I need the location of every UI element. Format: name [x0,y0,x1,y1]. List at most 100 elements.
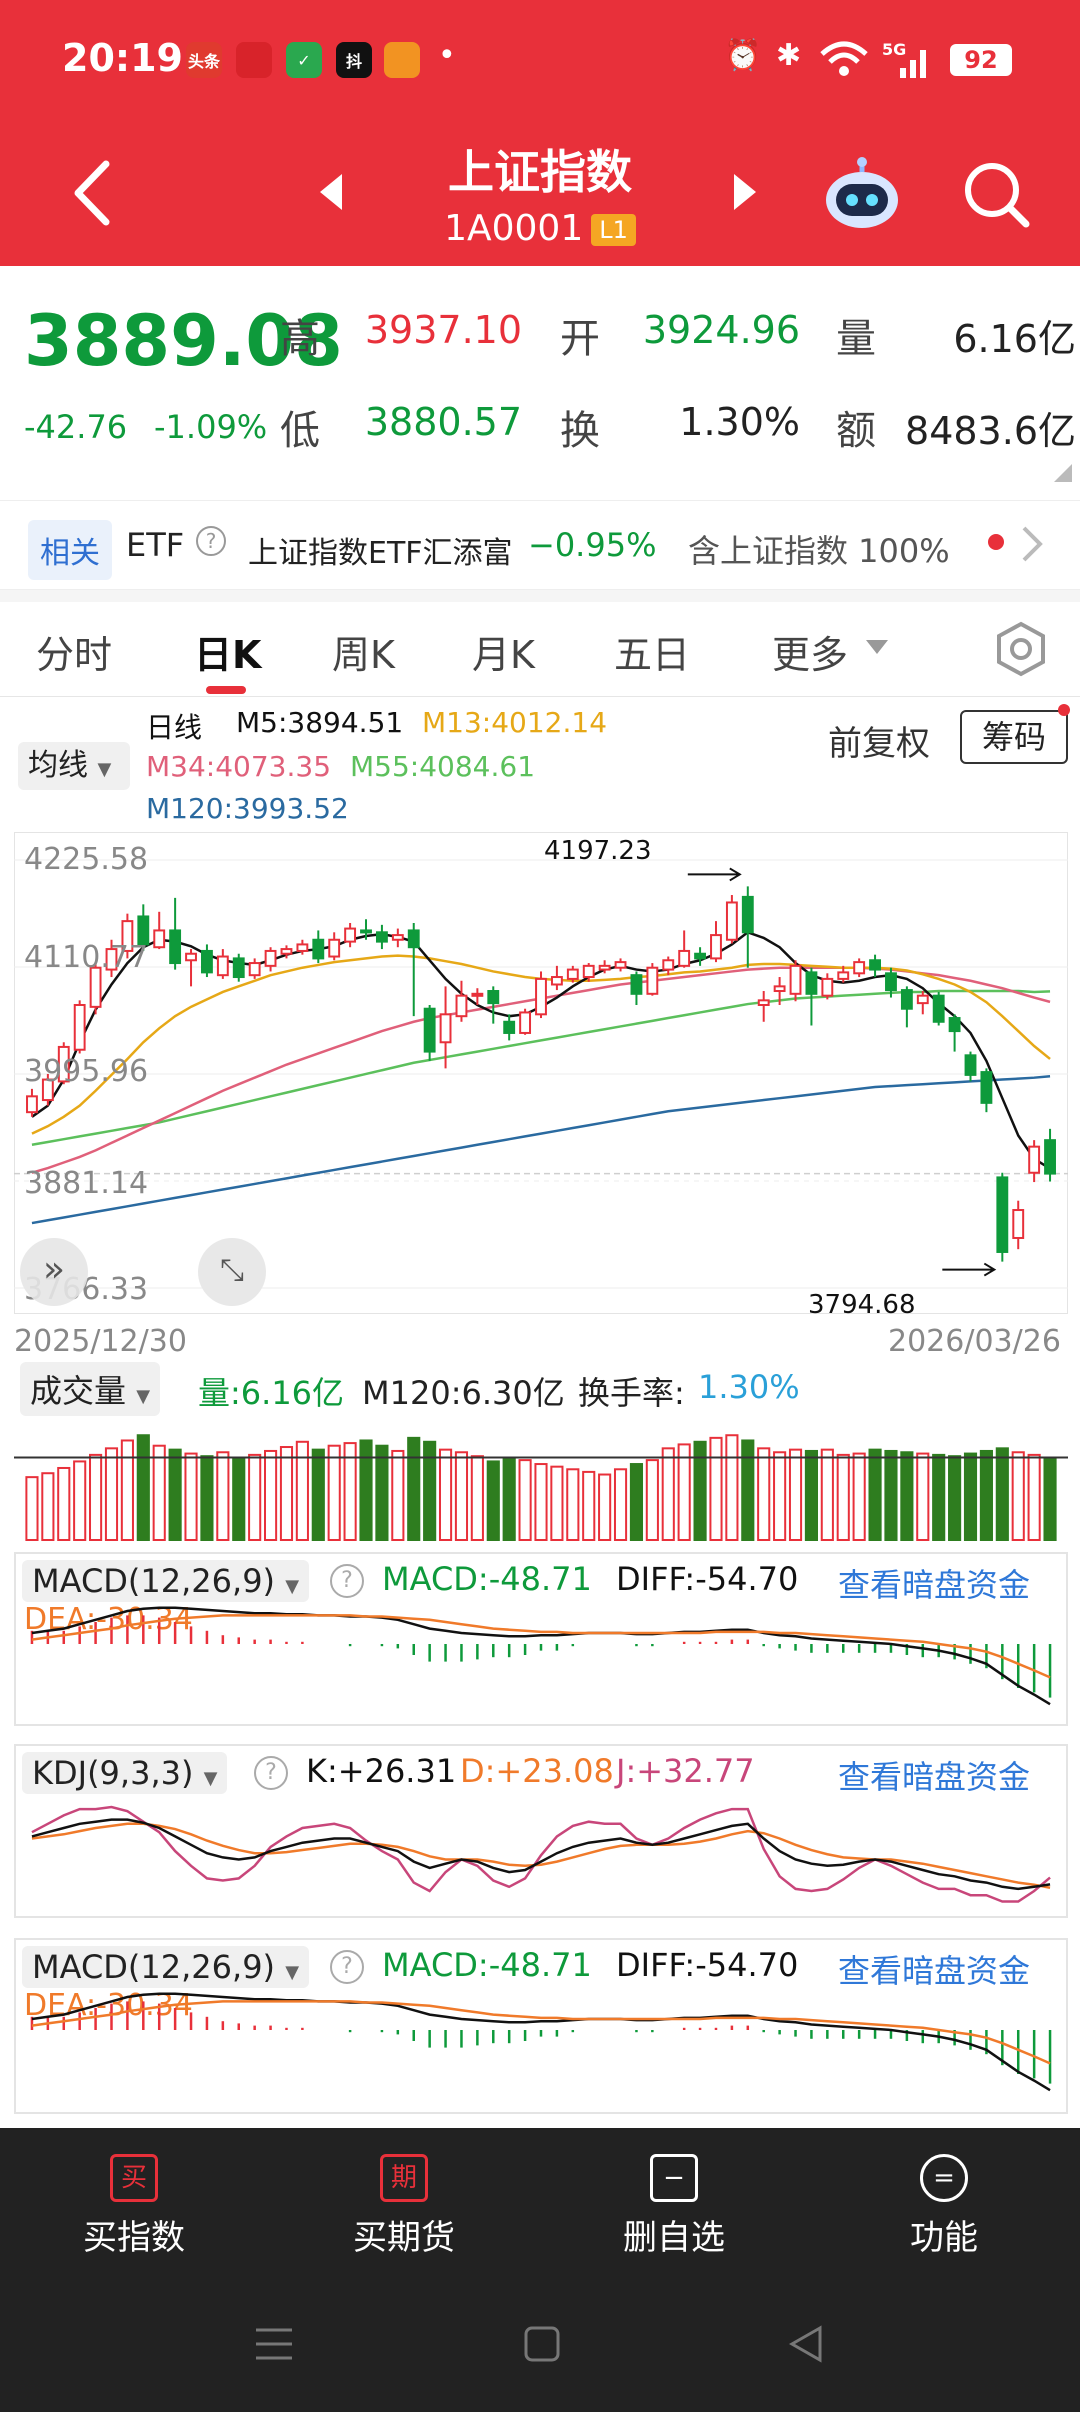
ma-selector[interactable]: 均线 ▼ [18,742,130,790]
volume-bar [550,1465,564,1542]
expand-corner-icon[interactable] [1054,464,1072,482]
tab-monthly-k[interactable]: 月K [472,624,535,679]
battery-level: 92 [950,44,1012,76]
menu-icon[interactable] [252,2324,296,2364]
tab-weekly-k[interactable]: 周K [332,624,395,679]
low-marker-label: 3794.68 [808,1290,916,1320]
adjust-mode[interactable]: 前复权 [828,716,930,765]
candle-body [980,1071,993,1104]
volume-bar [25,1476,39,1541]
tab-intraday[interactable]: 分时 [36,624,112,679]
candle-body [725,901,738,941]
volume-bar [741,1439,755,1542]
nav-remove-watchlist[interactable]: − 删自选 [574,2154,774,2259]
search-icon[interactable] [962,160,1032,230]
candle-body [201,949,213,974]
volume-bar [232,1456,246,1541]
volume-bar [136,1434,150,1541]
more-dropdown-icon[interactable] [866,640,888,656]
scroll-left-icon[interactable]: » [20,1238,88,1306]
volume-bar [788,1448,803,1541]
volume-bar [438,1448,453,1541]
related-tag: 相关 [28,520,112,580]
ma55-value: M55:4084.61 [350,750,536,783]
volume-bar [979,1449,993,1542]
nav-buy-futures[interactable]: 期 买期货 [304,2154,504,2259]
tab-more[interactable]: 更多 [772,624,848,679]
alarm-icon: ⏰ [724,38,762,73]
kline-chart[interactable] [14,832,1068,1314]
home-icon[interactable] [522,2324,562,2364]
kdj-chart[interactable] [14,1744,1068,1918]
candle-body [439,1013,452,1044]
nav-functions[interactable]: = 功能 [844,2154,1044,2259]
ma5-value: M5:3894.51 [236,706,404,739]
candle-body [1028,1145,1041,1174]
next-stock-icon[interactable] [730,172,760,212]
volume-bar [820,1448,834,1541]
volume-selector[interactable]: 成交量 ▼ [20,1362,161,1416]
volume-bar [184,1452,198,1542]
candle-body [280,948,293,955]
amount-value: 8483.6亿 [905,409,1076,453]
volume-value: 6.16亿 [953,317,1076,361]
nav-buy-index-label: 买指数 [83,2218,185,2258]
candle-body [932,994,945,1023]
tab-five-day[interactable]: 五日 [614,624,690,679]
back-nav-icon[interactable] [786,2324,826,2364]
volume-chart[interactable] [14,1416,1068,1542]
chips-button[interactable]: 筹码 [960,710,1068,764]
volume-bar [709,1436,723,1542]
volume-bar [1011,1451,1025,1542]
ma-selector-label: 均线 [28,748,88,783]
signal-icon [900,50,926,78]
volume-bar [168,1448,182,1541]
period-label: 日线 [146,711,203,744]
more-notifications-dot: • [438,38,456,73]
volume-bar [359,1439,373,1542]
macd-chart[interactable] [14,1552,1068,1726]
nav-buy-index[interactable]: 买 买指数 [34,2154,234,2259]
candle-body [550,976,563,986]
candle-body [328,938,341,958]
volume-bar [932,1453,946,1541]
robot-assistant-icon[interactable] [822,156,902,232]
candle-body [869,959,881,971]
volume-bar [73,1460,87,1541]
candle-body [312,938,325,960]
turnover-label: 换 [560,408,600,454]
amount-label: 额 [836,408,876,454]
candle-body [26,1095,38,1114]
candle-body [1012,1209,1025,1239]
price-change: -42.76 [24,408,128,446]
candle-body [423,1007,436,1053]
volume-bar [89,1453,103,1541]
remove-icon: − [650,2154,698,2202]
settings-icon[interactable] [992,620,1050,678]
fullscreen-icon[interactable]: ⤡ [198,1238,266,1306]
volume-bar [518,1459,532,1541]
candle-body [471,992,484,997]
candle-body [646,966,659,995]
macd-chart-2[interactable] [14,1938,1068,2114]
candle-body [996,1176,1009,1253]
volume-bar [868,1448,882,1541]
macd2-diff-line [31,1992,1051,2092]
tab-daily-k[interactable]: 日K [194,624,261,679]
etf-type-label: ETF [126,526,185,564]
etf-name[interactable]: 上证指数ETF汇添富 [248,528,513,572]
tab-divider [0,696,1080,697]
volume-bar [1027,1453,1041,1541]
volume-bar [613,1468,628,1541]
candle-body [853,961,866,975]
tiktok-app-icon: 抖 [336,42,372,78]
candle-body [582,964,595,979]
candle-body [694,952,707,960]
candle-body [391,934,404,941]
chevron-right-icon[interactable] [1020,524,1044,564]
stock-code: 1A0001 L1 [0,208,1080,249]
help-icon[interactable]: ? [196,526,226,556]
volume-selector-label: 成交量 [30,1372,127,1410]
active-tab-indicator [206,686,246,694]
candle-body [1044,1139,1056,1175]
